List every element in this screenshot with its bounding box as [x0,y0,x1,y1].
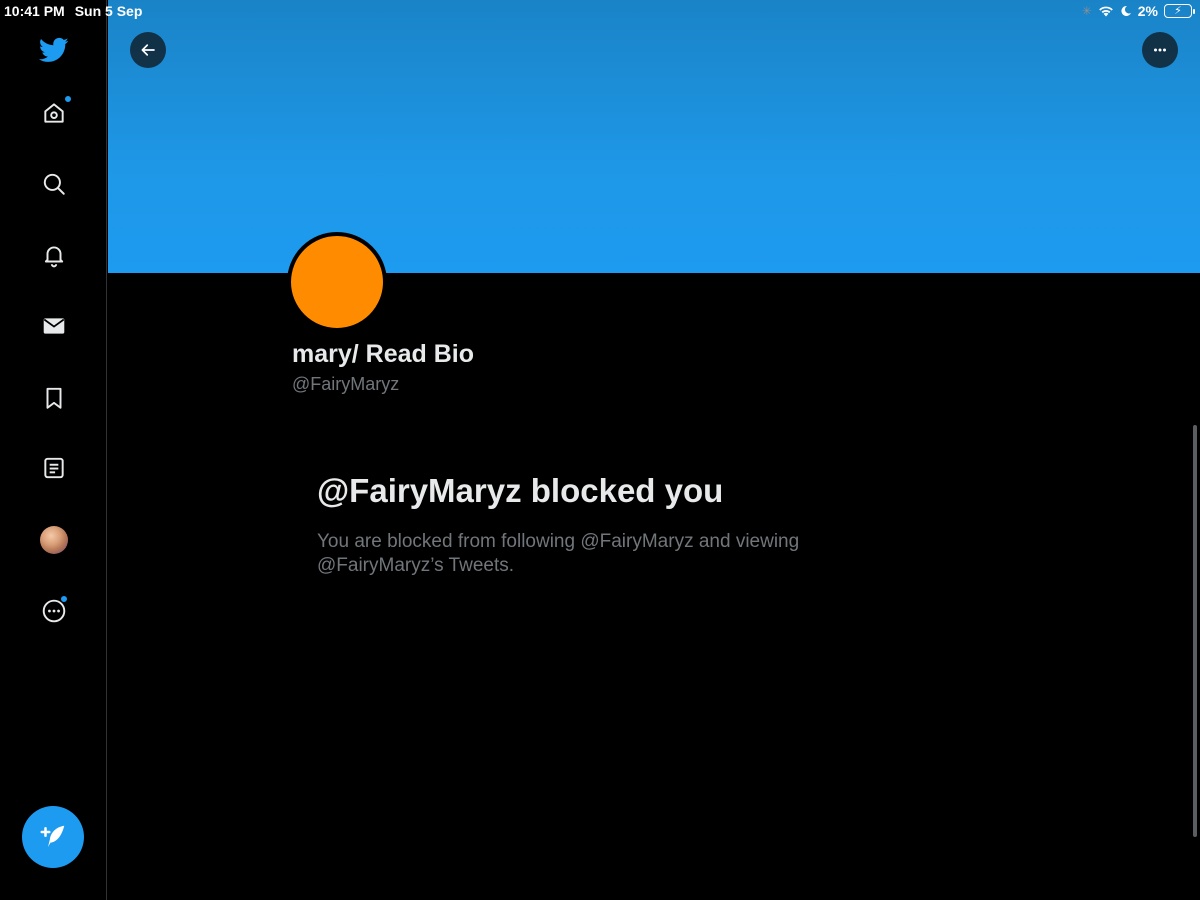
compose-tweet-icon [40,825,65,847]
status-date: Sun 5 Sep [74,3,143,19]
ellipsis-icon [1154,48,1166,52]
battery-percent: 2% [1137,3,1158,19]
more-options-button[interactable] [1142,32,1178,68]
bookmark-icon[interactable] [32,376,76,420]
wifi-icon [1098,6,1113,17]
profile-avatar-button[interactable] [32,518,76,562]
activity-icon: ✳ [1081,4,1092,18]
arrow-left-icon [141,44,155,56]
blocked-description: You are blocked from following @FairyMar… [317,531,800,576]
avatar [40,526,68,554]
twitter-logo-icon[interactable] [32,28,76,72]
search-icon[interactable] [32,162,76,206]
more-icon[interactable] [32,589,76,633]
blocked-title: @FairyMaryz blocked you [317,472,724,509]
battery-icon: ⚡ [1164,4,1195,18]
status-time: 10:41 PM [4,3,65,19]
notification-dot [64,95,72,103]
mail-icon[interactable] [32,304,76,348]
notification-dot [60,595,68,603]
bell-icon[interactable] [32,233,76,277]
profile-avatar[interactable] [287,232,387,332]
profile-banner [108,0,1200,273]
home-icon[interactable] [32,91,76,135]
profile-name: mary/ Read Bio [292,340,475,368]
status-bar: 10:41 PM Sun 5 Sep ✳ 2% ⚡ [0,0,1200,22]
profile-page: mary/ Read Bio @FairyMaryz @FairyMaryz b… [108,0,1200,900]
compose-tweet-button[interactable] [22,806,84,868]
lists-icon[interactable] [32,446,76,490]
back-button[interactable] [130,32,166,68]
moon-icon [1121,5,1131,16]
scrollbar[interactable] [1193,425,1197,837]
sidebar [0,0,107,900]
profile-handle: @FairyMaryz [292,374,400,394]
